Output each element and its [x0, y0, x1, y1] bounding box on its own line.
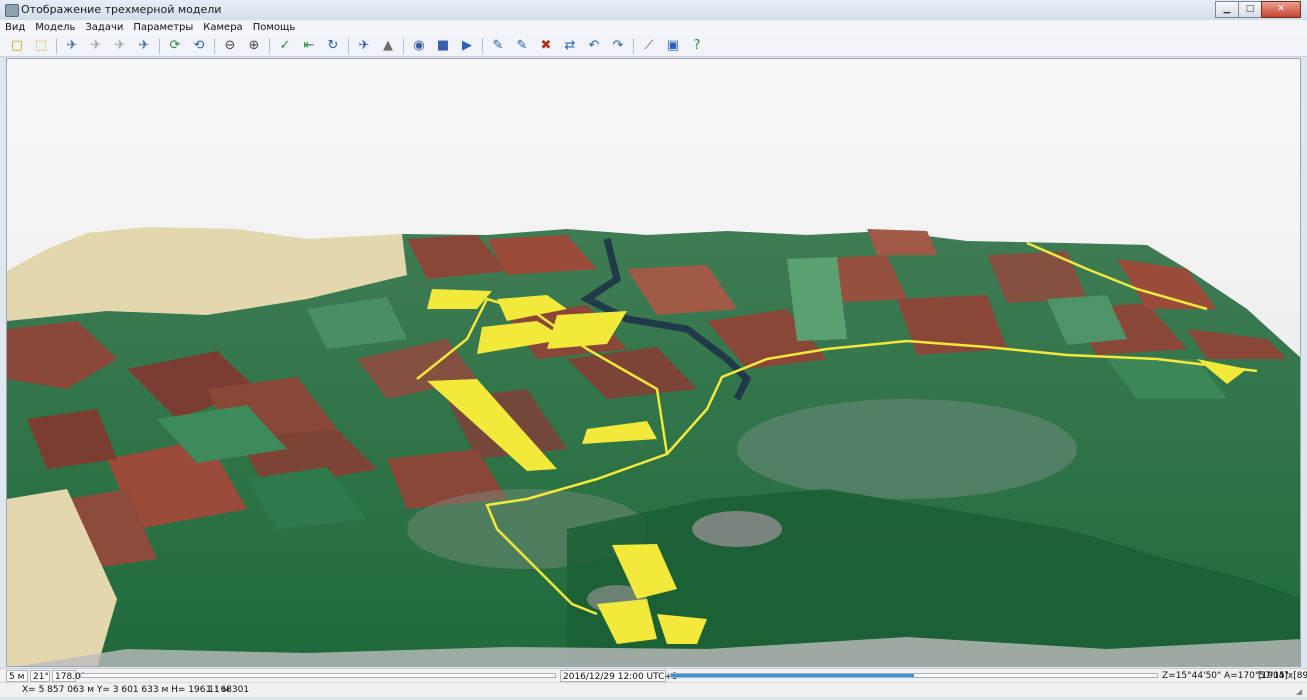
video-camera-button[interactable]: ■: [432, 36, 454, 56]
fit-check-button[interactable]: ✓: [274, 36, 296, 56]
menu-view[interactable]: Вид: [0, 22, 30, 33]
app-icon: [5, 4, 19, 17]
coordinates-readout: X= 5 857 063 м Y= 3 601 633 м H= 196.11 …: [22, 685, 230, 695]
zoom-in-button[interactable]: ⊕: [243, 36, 265, 56]
refresh-blue-button[interactable]: ⟲: [188, 36, 210, 56]
fit-arrows-icon: ⇤: [303, 38, 315, 53]
menu-camera[interactable]: Камера: [198, 22, 247, 33]
toolbar-separator: [633, 37, 634, 54]
zoom-in-icon: ⊕: [248, 38, 260, 53]
menu-parameters[interactable]: Параметры: [128, 22, 198, 33]
time-slider-fill: [671, 674, 914, 677]
datetime-readout[interactable]: 2016/12/29 12:00 UTC+3: [560, 670, 678, 682]
tank-button[interactable]: ▲: [377, 36, 399, 56]
plane-forward-button[interactable]: ✈: [133, 36, 155, 56]
map-scale-readout: 1 : 68301: [206, 685, 250, 695]
help-pointer-icon: ?: [693, 38, 701, 53]
menu-bar: Вид Модель Задачи Параметры Камера Помощ…: [0, 20, 1307, 35]
play-icon: ▶: [462, 38, 472, 53]
refresh-green-icon: ⟳: [169, 38, 181, 53]
time-slider[interactable]: [670, 673, 1158, 678]
toolbar-separator: [214, 37, 215, 54]
delete-mark-button[interactable]: ✖: [535, 36, 557, 56]
title-bar: Отображение трехмерной модели ▁ □ ✕: [0, 0, 1307, 21]
maximize-button[interactable]: □: [1238, 1, 1262, 18]
toolbar-separator: [482, 37, 483, 54]
camera-button[interactable]: ◉: [408, 36, 430, 56]
plane-add-icon: ✈: [66, 38, 78, 53]
window-title: Отображение трехмерной модели: [21, 3, 222, 16]
select-rect-icon: ▢: [10, 38, 24, 53]
settlement-area: [737, 399, 1077, 499]
pen-draw-button[interactable]: ✎: [487, 36, 509, 56]
camera-icon: ◉: [413, 38, 425, 53]
video-camera-icon: ■: [436, 38, 450, 53]
monitor-button[interactable]: ▣: [662, 36, 684, 56]
plane-forward-icon: ✈: [138, 38, 150, 53]
scale-step[interactable]: 5 м: [6, 670, 28, 682]
3d-terrain-viewport[interactable]: [6, 58, 1301, 667]
toolbar-separator: [403, 37, 404, 54]
resolution-readout: [1904]x[896]: [1258, 671, 1307, 681]
ruler-icon: ⟋: [644, 38, 654, 53]
toolbar-separator: [348, 37, 349, 54]
status-bar-top: 5 м 21° 178.0° 2016/12/29 12:00 UTC+3 Z=…: [0, 668, 1307, 683]
monitor-icon: ▣: [666, 38, 680, 53]
toolbar-separator: [159, 37, 160, 54]
plane-add-button[interactable]: ✈: [61, 36, 83, 56]
plane-list-icon: ✈: [90, 38, 102, 53]
pen-edit-button[interactable]: ✎: [511, 36, 533, 56]
refresh-blue-icon: ⟲: [193, 38, 205, 53]
select-free-icon: ⬚: [34, 38, 48, 53]
play-button[interactable]: ▶: [456, 36, 478, 56]
ruler-button[interactable]: ⟋: [638, 36, 660, 56]
menu-help[interactable]: Помощь: [248, 22, 301, 33]
rotate-view-button[interactable]: ↻: [322, 36, 344, 56]
window-controls: ▁ □ ✕: [1215, 1, 1301, 18]
plane-back-button[interactable]: ✈: [109, 36, 131, 56]
redo-icon: ↷: [612, 38, 624, 53]
tank-icon: ▲: [383, 38, 393, 53]
toolbar-separator: [56, 37, 57, 54]
plane-back-icon: ✈: [114, 38, 126, 53]
heading-readout[interactable]: 178.0°: [52, 670, 85, 682]
help-pointer-button[interactable]: ?: [686, 36, 708, 56]
angle-readout[interactable]: 21°: [30, 670, 50, 682]
helicopter-button[interactable]: ✈: [353, 36, 375, 56]
minimize-button[interactable]: ▁: [1215, 1, 1239, 18]
fit-check-icon: ✓: [279, 38, 291, 53]
toolbar: ▢ ⬚ ✈ ✈ ✈ ✈ ⟳ ⟲ ⊖ ⊕ ✓ ⇤ ↻ ✈ ▲ ◉ ■ ▶ ✎ ✎ ✖ ⇄ ↶ ↷ ⟋ ▣?: [0, 35, 1307, 57]
delete-mark-icon: ✖: [540, 38, 552, 53]
fit-arrows-button[interactable]: ⇤: [298, 36, 320, 56]
pen-draw-icon: ✎: [492, 38, 504, 53]
undo-icon: ↶: [588, 38, 600, 53]
toolbar-separator: [269, 37, 270, 54]
swap-button[interactable]: ⇄: [559, 36, 581, 56]
terrain-render[interactable]: [7, 59, 1301, 667]
clearing: [692, 511, 782, 547]
close-button[interactable]: ✕: [1261, 1, 1301, 18]
zoom-out-button[interactable]: ⊖: [219, 36, 241, 56]
plane-list-button[interactable]: ✈: [85, 36, 107, 56]
resize-grip-icon[interactable]: ◢: [1296, 687, 1306, 697]
menu-tasks[interactable]: Задачи: [80, 22, 128, 33]
helicopter-icon: ✈: [358, 38, 370, 53]
pen-edit-icon: ✎: [516, 38, 528, 53]
refresh-green-button[interactable]: ⟳: [164, 36, 186, 56]
menu-model[interactable]: Модель: [30, 22, 80, 33]
heading-slider[interactable]: [80, 673, 556, 678]
redo-button[interactable]: ↷: [607, 36, 629, 56]
rotate-view-icon: ↻: [327, 38, 339, 53]
status-bar-bottom: X= 5 857 063 м Y= 3 601 633 м H= 196.11 …: [0, 682, 1307, 697]
undo-button[interactable]: ↶: [583, 36, 605, 56]
select-rect-button[interactable]: ▢: [6, 36, 28, 56]
swap-icon: ⇄: [564, 38, 576, 53]
select-free-button[interactable]: ⬚: [30, 36, 52, 56]
zoom-out-icon: ⊖: [224, 38, 236, 53]
